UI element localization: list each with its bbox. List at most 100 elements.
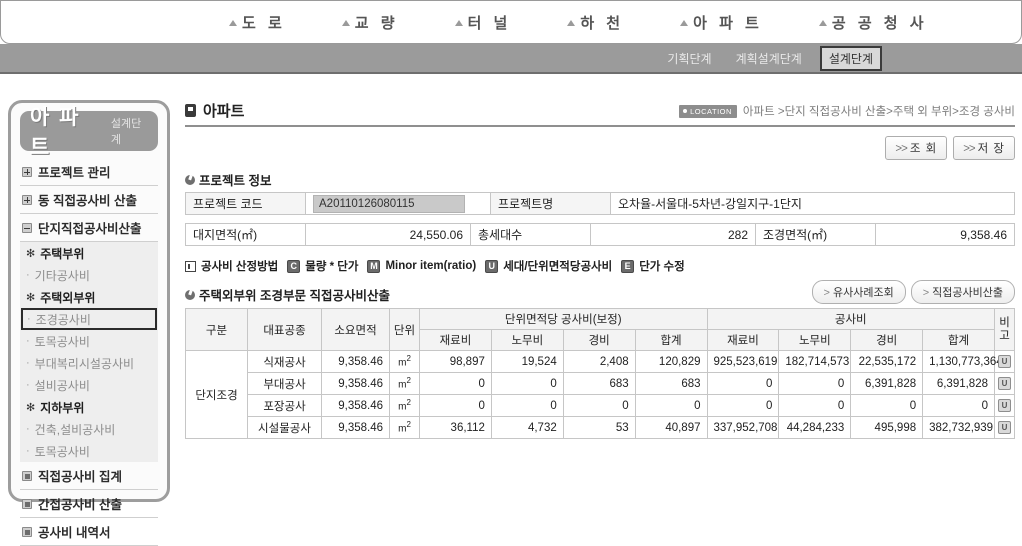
cell-total: 1,130,773,364 [922,350,1003,373]
sidebar-item-1[interactable]: 동 직접공사비 산출 [20,186,158,214]
cell-unit-labor: 0 [490,372,564,395]
cost-data-table: 구분 대표공종 소요면적 단위 단위면적당 공사비(보정) 공사비 비고 재료비… [185,308,1015,439]
triangle-icon [567,20,576,26]
cell-expense: 6,391,828 [850,372,924,395]
cell-work-type: 부대공사 [247,372,322,395]
cell-memo[interactable]: U [994,394,1015,417]
table-row: 프로젝트 코드 A20110126080115 프로젝트명 오차율-서울대-5차… [185,192,1015,215]
cell-unit-total: 120,829 [634,350,708,373]
calc-button-0[interactable]: > 유사사례조회 [811,279,906,304]
plus-box-icon [22,166,32,177]
legend-entry-label-2: 세대/단위면적당공사비 [503,261,613,273]
sidebar-item-2[interactable]: 단지직접공사비산출 [20,214,158,242]
dot-icon: · [26,268,30,281]
unit-cost-method-icon[interactable]: U [998,355,1011,368]
top-nav-item-label: 터 널 [467,14,512,32]
cell-unit: m2 [389,394,420,417]
table-row[interactable]: 부대공사 9,358.46 m2 0 0 683 683 0 0 6,391,828 6,391,8… [186,372,1015,395]
sidebar-item-label: 간접공사비 산출 [38,498,122,512]
legend-entry-label-0: 물량 * 단가 [305,261,359,273]
calc-section-row: 주택외부위 조경부문 직접공사비산출 > 유사사례조회 > 직접공사비산출 [185,279,1015,304]
top-nav-item-3[interactable]: 하 천 [567,12,624,33]
project-name-value[interactable]: 오차율-서울대-5차년-강일지구-1단지 [610,192,1015,215]
page-action-button-label: 저 장 [977,143,1005,155]
cell-unit-expense: 0 [562,394,636,417]
star-icon: ✻ [26,247,36,260]
cell-work-type: 식재공사 [247,350,322,373]
cell-unit-labor: 0 [490,394,564,417]
top-nav-item-label: 도 로 [242,14,286,32]
triangle-icon [341,20,350,26]
top-nav-item-0[interactable]: 도 로 [229,12,286,33]
cell-expense: 0 [850,394,924,417]
sidebar-item-4[interactable]: · 기타공사비 [20,264,158,286]
top-nav-item-label: 교 량 [354,14,399,32]
top-nav-item-1[interactable]: 교 량 [341,12,399,33]
sidebar-item-label: 부대복리시설공사비 [34,356,135,371]
sidebar-item-label: 지하부위 [40,400,85,415]
stage-tab-0[interactable]: 기획단계 [661,47,717,70]
cell-labor: 0 [778,394,852,417]
cell-total: 0 [922,394,995,417]
table-row[interactable]: 시설물공사 9,358.46 m2 36,112 4,732 53 40,897 337,95… [186,416,1015,439]
landscape-area-label: 조경면적(㎡) [755,223,876,246]
sidebar-item-11[interactable]: · 건축,설비공사비 [20,418,158,440]
table-row: 대지면적(㎡) 24,550.06 총세대수 282 조경면적(㎡) 9,358… [185,223,1015,246]
calc-section-heading: 주택외부위 조경부문 직접공사비산출 [185,285,390,304]
unit-cost-method-icon[interactable]: U [998,421,1011,434]
th-cost-group: 공사비 [706,308,995,330]
cell-memo[interactable]: U [994,416,1015,439]
site-area-value: 24,550.06 [305,223,471,246]
table-header-row: 구분 대표공종 소요면적 단위 단위면적당 공사비(보정) 공사비 비고 [185,308,1015,351]
unit-cost-method-icon[interactable]: U [998,399,1011,412]
sidebar-item-label: 설비공사비 [34,378,90,393]
cell-area: 9,358.46 [321,372,390,395]
th-unit: 단위 [389,308,420,351]
top-nav-item-2[interactable]: 터 널 [454,12,512,33]
location-dot-icon [683,109,688,113]
th-gubun: 구분 [185,308,248,351]
project-code-value[interactable]: A20110126080115 [313,194,465,213]
sidebar-submenu: ✻ 주택부위 · 기타공사비 ✻ 주택외부위 · 조경공사비 · 토목공사비 · 부대복리시설공사비 ·… [20,242,158,462]
page-action-button-0[interactable]: >> 조 회 [885,136,948,160]
sidebar-item-8[interactable]: · 부대복리시설공사비 [20,352,158,374]
unit-cost-method-icon[interactable]: U [998,377,1011,390]
sidebar-item-13[interactable]: 직접공사비 집계 [20,462,158,490]
th-memo-text: 비고 [999,317,1010,342]
stage-tab-bar: 기획단계 계획설계단계 설계단계 [0,44,1022,74]
cell-group-label: 단지조경 [185,350,248,439]
top-nav-item-4[interactable]: 아 파 트 [680,12,763,33]
stage-tab-1[interactable]: 계획설계단계 [730,47,808,70]
cost-method-legend: 공사비 산정방법 C 물량 * 단가 M Minor item(ratio) U 세대/단… [185,258,1015,274]
cell-memo[interactable]: U [994,372,1015,395]
sidebar-item-6[interactable]: · 조경공사비 [21,308,157,330]
calc-section-buttons: > 유사사례조회 > 직접공사비산출 [811,279,1015,304]
sidebar-item-10[interactable]: ✻ 지하부위 [20,396,158,418]
sidebar-item-label: 프로젝트 관리 [38,166,111,180]
sidebar-item-9[interactable]: · 설비공사비 [20,374,158,396]
sidebar-item-0[interactable]: 프로젝트 관리 [20,158,158,186]
top-nav-item-5[interactable]: 공 공 청 사 [818,12,928,33]
table-row[interactable]: 단지조경 식재공사 9,358.46 m2 98,897 19,524 2,408 120,8… [185,350,1015,439]
sidebar-item-12[interactable]: · 토목공사비 [20,440,158,462]
th-sub-1: 노무비 [490,329,564,351]
cell-area: 9,358.46 [321,394,390,417]
sidebar-item-15[interactable]: 공사비 내역서 [20,518,158,546]
sidebar-item-7[interactable]: · 토목공사비 [20,330,158,352]
cell-labor: 44,284,233 [778,416,852,439]
breadcrumb: LOCATION 아파트 >단지 직접공사비 산출>주택 외 부위>조경 공사비 [679,103,1015,121]
cell-unit: m2 [389,416,420,439]
triangle-icon [454,20,463,26]
sidebar-item-3[interactable]: ✻ 주택부위 [20,242,158,264]
page-action-buttons: >> 조 회 >> 저 장 [185,136,1015,160]
th-area: 소요면적 [321,308,390,351]
stage-tab-2[interactable]: 설계단계 [819,45,882,71]
cell-unit: m2 [389,350,420,373]
cell-memo[interactable]: U [994,350,1015,373]
project-info-title: 프로젝트 정보 [199,174,272,188]
sidebar-item-5[interactable]: ✻ 주택외부위 [20,286,158,308]
calc-button-1[interactable]: > 직접공사비산출 [910,279,1015,304]
page-action-button-1[interactable]: >> 저 장 [953,136,1015,160]
table-row[interactable]: 포장공사 9,358.46 m2 0 0 0 0 0 0 0 0 U [186,394,1015,417]
cell-unit-expense: 683 [562,372,636,395]
